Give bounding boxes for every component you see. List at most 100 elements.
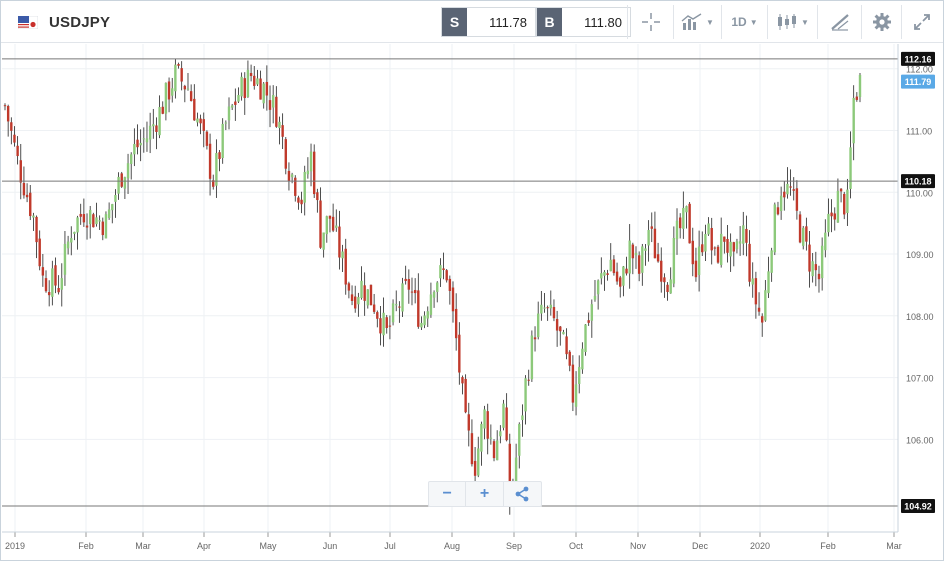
candle-body xyxy=(612,259,616,274)
candle-body xyxy=(723,236,726,242)
candle-body xyxy=(713,247,717,249)
candle-body xyxy=(429,294,433,315)
candle-body xyxy=(846,189,849,214)
candle-body xyxy=(549,304,553,309)
candle-body xyxy=(256,78,259,85)
price-chart[interactable]: 112.16 110.18 104.92 111.79 112.00 111.00 110… xyxy=(0,0,944,561)
candle-body xyxy=(852,97,855,144)
candle-body xyxy=(306,170,310,175)
candle-body xyxy=(666,284,669,292)
candle-body xyxy=(543,307,546,309)
candle-body xyxy=(180,68,183,82)
y-tick-label: 107.00 xyxy=(906,374,934,384)
candle-body xyxy=(189,91,193,101)
candle-body xyxy=(398,306,401,308)
candle-body xyxy=(253,75,256,86)
candle-body xyxy=(325,216,329,235)
candle-body xyxy=(271,95,275,108)
candle-body xyxy=(259,78,262,100)
candle-body xyxy=(568,351,571,366)
candle-body xyxy=(735,241,739,250)
x-tick-label: Dec xyxy=(692,541,709,551)
candle-body xyxy=(142,138,146,140)
candle-body xyxy=(757,307,761,312)
candle-body xyxy=(663,277,666,283)
candle-body xyxy=(578,367,581,384)
candle-body xyxy=(495,440,499,461)
share-icon xyxy=(515,486,529,502)
candle-body xyxy=(814,264,818,271)
candle-body xyxy=(407,279,411,290)
candle-body xyxy=(417,290,420,327)
candle-body xyxy=(660,260,663,282)
candle-body xyxy=(458,334,461,373)
zoom-out-button[interactable]: − xyxy=(429,482,467,506)
candle-body xyxy=(675,220,679,240)
line-price-label: 110.18 xyxy=(904,177,931,187)
candle-body xyxy=(243,78,246,99)
candle-body xyxy=(350,294,354,301)
x-tick-label: 2020 xyxy=(750,541,770,551)
x-tick-label: Feb xyxy=(78,541,94,551)
x-tick-label: Aug xyxy=(444,541,460,551)
share-button[interactable] xyxy=(504,482,541,506)
candle-body xyxy=(290,174,294,178)
candle-body xyxy=(44,278,48,292)
candle-body xyxy=(76,217,79,233)
x-tick-label: Mar xyxy=(135,541,151,551)
candle-body xyxy=(644,248,647,251)
candle-body xyxy=(593,295,597,300)
candle-body xyxy=(420,322,423,328)
candle-body xyxy=(237,94,240,102)
candle-body xyxy=(312,151,316,195)
candle-body xyxy=(499,431,502,437)
candle-body xyxy=(319,200,322,248)
candle-body xyxy=(726,238,729,253)
candle-body xyxy=(347,283,351,291)
candle-body xyxy=(344,248,347,285)
candle-body xyxy=(372,304,376,312)
candle-body xyxy=(145,138,149,143)
candle-body xyxy=(316,192,319,201)
candle-body xyxy=(322,232,325,250)
candle-body xyxy=(596,280,600,295)
zoom-in-button[interactable]: + xyxy=(466,482,504,506)
candle-body xyxy=(625,268,628,274)
candle-body xyxy=(502,403,505,428)
candle-body xyxy=(858,74,862,97)
candle-body xyxy=(423,315,426,326)
candle-body xyxy=(66,241,70,249)
candle-body xyxy=(637,255,641,274)
candle-body xyxy=(754,278,758,305)
candle-body xyxy=(779,195,783,212)
candle-body xyxy=(590,304,594,321)
candle-body xyxy=(533,337,537,340)
candle-body xyxy=(732,242,736,252)
candle-body xyxy=(798,214,802,243)
candle-body xyxy=(382,312,385,336)
candle-body xyxy=(164,82,168,114)
candle-body xyxy=(827,213,830,233)
candle-body xyxy=(221,123,224,158)
candle-body xyxy=(445,270,448,281)
candle-body xyxy=(32,215,35,218)
candle-body xyxy=(171,88,174,96)
candle-body xyxy=(678,217,682,229)
candle-body xyxy=(148,125,152,140)
candle-body xyxy=(514,457,518,483)
x-tick-label: Nov xyxy=(630,541,647,551)
candle-body xyxy=(284,139,287,169)
candle-body xyxy=(101,221,105,236)
candle-body xyxy=(694,260,698,278)
candle-body xyxy=(480,423,483,452)
candle-body xyxy=(22,183,26,196)
x-tick-label: May xyxy=(259,541,277,551)
candle-body xyxy=(710,227,713,251)
candle-body xyxy=(161,106,164,114)
candle-body xyxy=(776,207,780,215)
candle-body xyxy=(802,227,805,246)
line-price-label: 112.16 xyxy=(904,54,931,64)
candle-body xyxy=(701,244,704,253)
candle-body xyxy=(369,284,373,306)
candle-body xyxy=(634,252,638,256)
